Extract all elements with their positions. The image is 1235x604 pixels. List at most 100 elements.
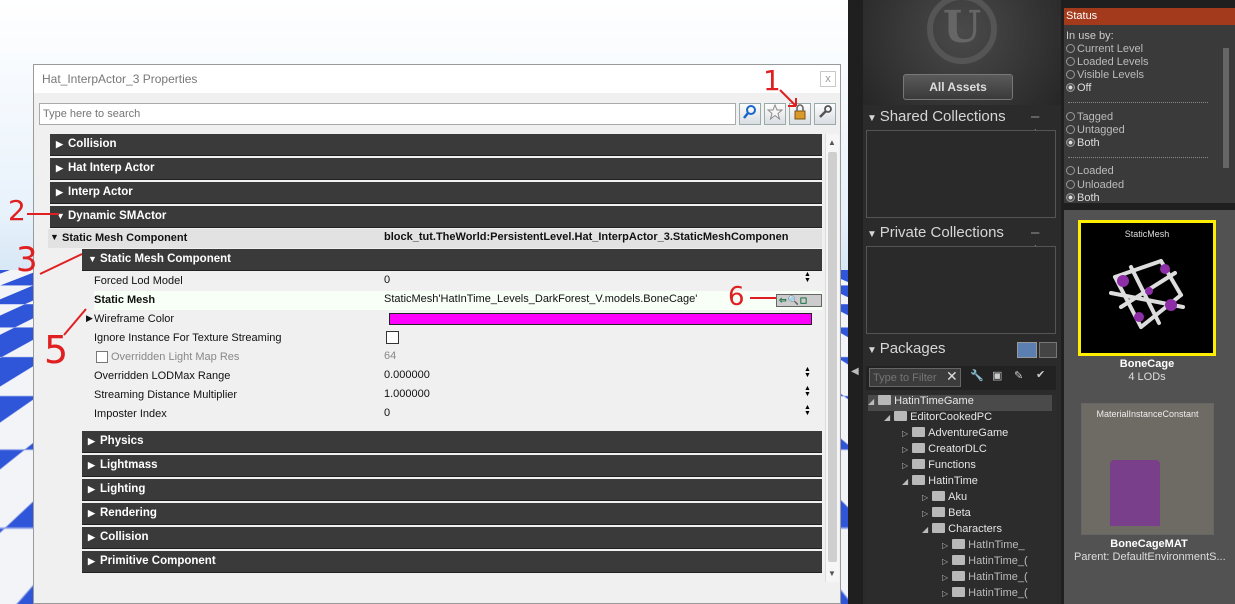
packages-header[interactable]: ▼ Packages: [867, 340, 946, 360]
radio-both-2[interactable]: Both: [1066, 192, 1100, 202]
row-ignore-instance[interactable]: Ignore Instance For Texture Streaming: [94, 329, 822, 348]
tree-item[interactable]: ◢ Characters: [922, 523, 1002, 539]
scrollbar[interactable]: ▲ ▼: [825, 134, 839, 582]
expand-triangle[interactable]: ▷: [942, 557, 948, 566]
row-overridden-lodmax-range[interactable]: Overridden LODMax Range 0.000000 ▲ ▼: [94, 367, 822, 386]
radio-both[interactable]: Both: [1066, 137, 1100, 149]
row-forced-lod-model[interactable]: Forced Lod Model 0 ▲ ▼: [94, 272, 822, 291]
search-icon[interactable]: [739, 103, 761, 125]
tree-item[interactable]: ▷ HatinTime_(: [942, 555, 1028, 571]
expand-triangle[interactable]: ◢: [922, 525, 928, 534]
expand-triangle[interactable]: ▷: [942, 589, 948, 598]
shared-collections-list[interactable]: [866, 130, 1056, 218]
spin-arrows-icon[interactable]: ▲ ▼: [804, 367, 814, 379]
expand-triangle[interactable]: ◢: [902, 477, 908, 486]
radio-icon[interactable]: [1066, 57, 1075, 66]
status-scrollbar[interactable]: [1223, 48, 1229, 168]
radio-icon[interactable]: [1066, 193, 1075, 202]
radio-tagged[interactable]: Tagged: [1066, 111, 1113, 123]
tree-item[interactable]: ◢ EditorCookedPC: [884, 411, 992, 427]
asset-tile-bonecagemat[interactable]: MaterialInstanceConstant: [1081, 403, 1214, 535]
row-imposter-index[interactable]: Imposter Index 0 ▲ ▼: [94, 405, 822, 424]
radio-visible-levels[interactable]: Visible Levels: [1066, 69, 1144, 81]
tree-item[interactable]: ▷ HatinTime_(: [942, 571, 1028, 587]
tree-item[interactable]: ▷ Functions: [902, 459, 976, 475]
asset-picker-buttons[interactable]: ⇦🔍◻: [776, 294, 822, 307]
list-view-icon[interactable]: [1017, 342, 1037, 358]
radio-icon[interactable]: [1066, 83, 1075, 92]
radio-current-level[interactable]: Current Level: [1066, 43, 1143, 55]
expand-triangle[interactable]: ▷: [942, 541, 948, 550]
spin-arrows-icon[interactable]: ▲ ▼: [804, 386, 814, 398]
tree-item[interactable]: ▷ Aku: [922, 491, 967, 507]
tree-item[interactable]: ▷ HatinTime_(: [942, 587, 1028, 603]
radio-unloaded[interactable]: Unloaded: [1066, 179, 1124, 191]
scroll-up-icon[interactable]: ▲: [828, 138, 836, 147]
radio-icon[interactable]: [1066, 166, 1075, 175]
scroll-down-icon[interactable]: ▼: [828, 569, 836, 578]
spin-arrows-icon[interactable]: ▲ ▼: [804, 272, 814, 284]
row-wireframe-color[interactable]: ▶ Wireframe Color: [94, 310, 822, 329]
search-input[interactable]: [39, 103, 736, 125]
category-hat-interp-actor[interactable]: ▶ Hat Interp Actor: [50, 158, 822, 180]
category-collision-2[interactable]: ▶ Collision: [82, 527, 822, 549]
expand-triangle[interactable]: ▷: [902, 445, 908, 454]
row-static-mesh[interactable]: Static Mesh StaticMesh'HatInTime_Levels_…: [94, 291, 822, 310]
category-rendering[interactable]: ▶ Rendering: [82, 503, 822, 525]
expand-triangle[interactable]: ▷: [902, 461, 908, 470]
checkbox[interactable]: [386, 331, 399, 344]
checkbox[interactable]: [96, 351, 108, 363]
tree-item[interactable]: ◢ HatinTimeGame: [868, 395, 1052, 411]
expand-triangle[interactable]: ◢: [884, 413, 890, 422]
property-value[interactable]: StaticMesh'HatInTime_Levels_DarkForest_V…: [384, 293, 697, 305]
expand-triangle[interactable]: ▼: [867, 229, 880, 240]
expand-triangle[interactable]: ▷: [942, 573, 948, 582]
category-primitive-component[interactable]: ▶ Primitive Component: [82, 551, 822, 573]
category-lighting[interactable]: ▶ Lighting: [82, 479, 822, 501]
close-button[interactable]: x: [820, 71, 836, 87]
shared-collections-header[interactable]: ▼ Shared Collections– +: [867, 108, 1006, 128]
wrench-icon[interactable]: [814, 103, 836, 125]
expand-triangle[interactable]: ▷: [902, 429, 908, 438]
smc-row[interactable]: ▼ Static Mesh Component block_tut.TheWor…: [48, 229, 822, 248]
package-tree[interactable]: ◢ HatinTimeGame ◢ EditorCookedPC ▷ AdventureG…: [866, 394, 1056, 604]
check-icon[interactable]: ✔: [1036, 368, 1045, 381]
radio-off[interactable]: Off: [1066, 82, 1091, 94]
tree-item[interactable]: ▷ Beta: [922, 507, 971, 523]
property-value[interactable]: 1.000000: [384, 388, 430, 400]
radio-untagged[interactable]: Untagged: [1066, 124, 1125, 136]
scroll-thumb[interactable]: [828, 152, 837, 562]
expand-triangle[interactable]: ◢: [868, 397, 874, 406]
clear-filter-icon[interactable]: ✕: [946, 368, 958, 385]
camera-icon[interactable]: ▣: [992, 369, 1002, 382]
category-interp-actor[interactable]: ▶ Interp Actor: [50, 182, 822, 204]
tree-view-icon[interactable]: [1039, 342, 1057, 358]
expand-triangle[interactable]: ▼: [867, 345, 880, 356]
radio-icon[interactable]: [1066, 44, 1075, 53]
color-swatch[interactable]: [389, 313, 812, 325]
asset-tile-bonecage[interactable]: StaticMesh: [1078, 220, 1216, 356]
expand-triangle[interactable]: ▷: [922, 509, 928, 518]
property-value[interactable]: 0: [384, 407, 390, 419]
expand-triangle[interactable]: ▼: [867, 113, 880, 124]
asset-grid[interactable]: StaticMesh BoneCage 4 LODs MaterialInsta…: [1064, 210, 1235, 604]
tree-item[interactable]: ▷ AdventureGame: [902, 427, 1008, 443]
radio-icon[interactable]: [1066, 112, 1075, 121]
collapse-left-icon[interactable]: ◀: [851, 366, 859, 377]
category-physics[interactable]: ▶ Physics: [82, 431, 822, 453]
row-overridden-light-map-res[interactable]: Overridden Light Map Res 64: [94, 348, 822, 367]
category-dynamic-smactor[interactable]: ▼ Dynamic SMActor: [50, 206, 822, 228]
radio-icon[interactable]: [1066, 70, 1075, 79]
radio-loaded[interactable]: Loaded: [1066, 165, 1114, 177]
category-static-mesh-component[interactable]: ▼ Static Mesh Component: [82, 249, 822, 271]
row-streaming-distance-multiplier[interactable]: Streaming Distance Multiplier 1.000000 ▲…: [94, 386, 822, 405]
property-value[interactable]: 0: [384, 274, 390, 286]
all-assets-button[interactable]: All Assets: [903, 74, 1013, 100]
tree-item[interactable]: ◢ HatinTime: [902, 475, 978, 491]
category-lightmass[interactable]: ▶ Lightmass: [82, 455, 822, 477]
private-collections-header[interactable]: ▼ Private Collections– +: [867, 224, 1004, 244]
wrench-icon[interactable]: 🔧: [970, 369, 984, 382]
radio-loaded-levels[interactable]: Loaded Levels: [1066, 56, 1149, 68]
radio-icon[interactable]: [1066, 138, 1075, 147]
private-collections-list[interactable]: [866, 246, 1056, 334]
